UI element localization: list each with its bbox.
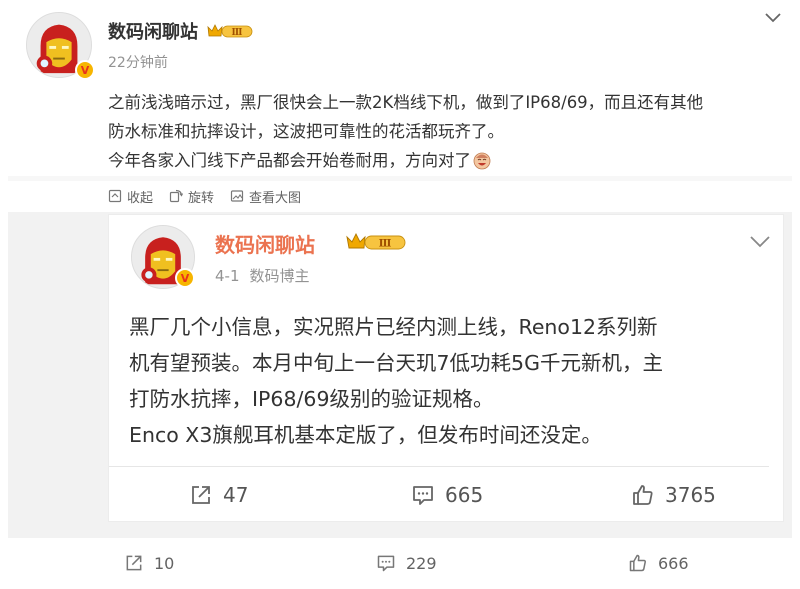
weibo-post: V 数码闲聊站 Ⅲ 22分钟前 之前浅浅暗示过，黑厂很快会上一款2K档线下机，做…	[0, 0, 800, 589]
rotate-icon	[169, 189, 184, 203]
post-text: 之前浅浅暗示过，黑厂很快会上一款2K档线下机，做到了IP68/69，而且还有其他…	[108, 88, 798, 175]
post-text-line: 防水标准和抗摔设计，这波把可靠性的花活都玩齐了。	[108, 122, 504, 141]
repost-text-line: Enco X3旗舰耳机基本定版了，但发布时间还没定。	[129, 423, 602, 447]
share-icon	[126, 555, 142, 571]
post-time[interactable]: 22分钟前	[108, 52, 168, 72]
repost-text-line: 黑厂几个小信息，实况照片已经内测上线，Reno12系列新	[129, 315, 658, 339]
rotate-button[interactable]: 旋转	[169, 187, 214, 206]
reposted-weibo-card[interactable]: V 数码闲聊站 Ⅲ 4-1 数码博主 黑厂几个小信息，实况照片已经内测上线，Ren…	[108, 214, 784, 522]
repost-comment-button[interactable]: 665	[411, 483, 483, 507]
image-icon	[230, 190, 244, 202]
image-toolbar: 收起 旋转 查看大图	[108, 186, 317, 206]
collapse-icon	[108, 189, 122, 203]
rotate-label: 旋转	[188, 190, 215, 206]
repost-like-count: 3765	[665, 483, 716, 507]
repost-text-line: 打防水抗摔，IP68/69级别的验证规格。	[129, 387, 494, 411]
divider	[8, 176, 792, 181]
repost-text-line: 机有望预装。本月中旬上一台天玑7低功耗5G千元新机，主	[129, 351, 663, 375]
chevron-down-icon[interactable]	[749, 235, 771, 249]
like-button[interactable]: 666	[628, 553, 689, 573]
repost-comment-count: 665	[445, 483, 484, 507]
verified-badge-icon: V	[175, 268, 195, 288]
comment-button[interactable]: 229	[376, 553, 437, 573]
repost-text: 黑厂几个小信息，实况照片已经内测上线，Reno12系列新 机有望预装。本月中旬上…	[129, 309, 779, 453]
laugh-face-icon	[473, 152, 491, 170]
divider	[109, 466, 769, 467]
comment-count: 229	[406, 553, 437, 573]
post-text-line-content: 今年各家入门线下产品都会开始卷耐用，方向对了	[108, 151, 471, 170]
share-icon	[192, 486, 210, 504]
level-badge-text: Ⅲ	[232, 28, 243, 38]
post-action-bar: 10 229 666	[0, 545, 800, 585]
repost-like-button[interactable]: 3765	[631, 483, 716, 507]
level-crown-badge-icon[interactable]: Ⅲ	[345, 231, 407, 253]
repost-meta: 4-1 数码博主	[215, 265, 310, 286]
comment-icon	[377, 555, 395, 572]
share-button[interactable]: 10	[124, 553, 174, 573]
repost-share-count: 47	[223, 483, 249, 507]
thumbs-up-icon	[633, 485, 653, 505]
repost-share-button[interactable]: 47	[189, 483, 248, 507]
username[interactable]: 数码闲聊站	[108, 18, 198, 44]
view-large-button[interactable]: 查看大图	[230, 187, 301, 206]
view-large-label: 查看大图	[249, 190, 302, 206]
post-text-line: 之前浅浅暗示过，黑厂很快会上一款2K档线下机，做到了IP68/69，而且还有其他	[108, 93, 704, 112]
share-count: 10	[154, 553, 175, 573]
collapse-button[interactable]: 收起	[108, 187, 153, 206]
thumbs-up-icon	[629, 554, 646, 572]
verified-badge-icon: V	[75, 60, 95, 80]
repost-username[interactable]: 数码闲聊站	[215, 229, 315, 258]
repost-date[interactable]: 4-1	[215, 267, 240, 285]
comment-icon	[413, 486, 433, 505]
level-crown-badge-icon[interactable]: Ⅲ	[206, 22, 254, 40]
level-badge-text: Ⅲ	[379, 238, 392, 250]
like-count: 666	[658, 553, 689, 573]
post-text-line-last: 今年各家入门线下产品都会开始卷耐用，方向对了	[108, 146, 798, 175]
repost-source: 数码博主	[249, 267, 310, 285]
collapse-label: 收起	[127, 190, 154, 206]
chevron-down-icon[interactable]	[764, 12, 782, 24]
repost-action-bar: 47 665 3765	[109, 471, 785, 519]
